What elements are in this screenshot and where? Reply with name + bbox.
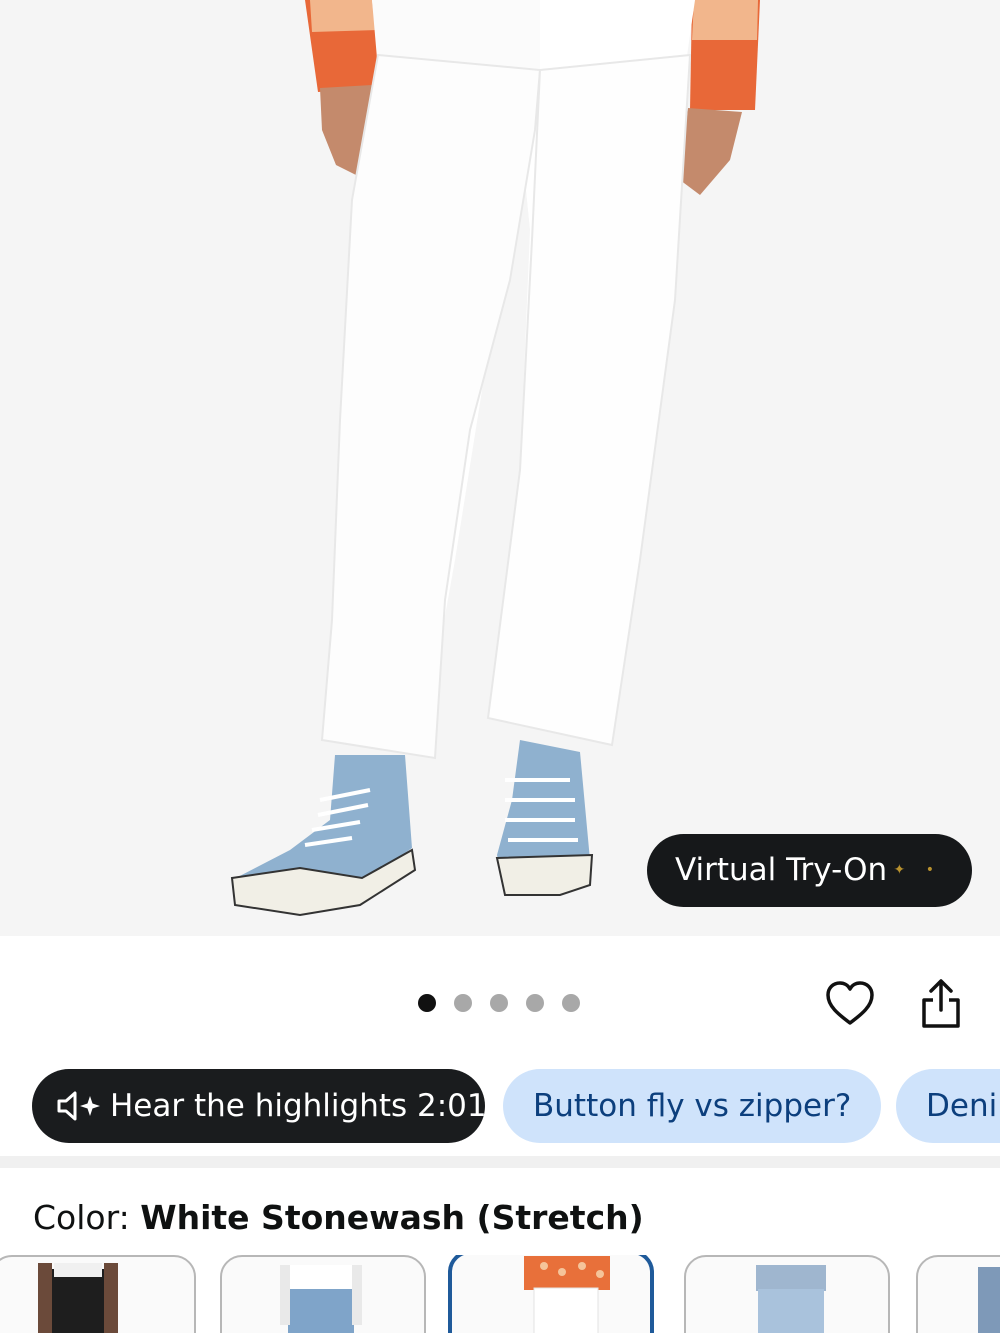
color-swatches [0,1255,1000,1333]
share-icon[interactable] [918,976,964,1032]
virtual-tryon-label: Virtual Try-On [675,852,888,888]
virtual-tryon-button[interactable]: Virtual Try-On ✦ • [647,834,972,907]
color-value: White Stonewash (Stretch) [140,1198,644,1237]
chip-row: Hear the highlights 2:01 Button fly vs z… [0,1069,1000,1143]
swatch-thumbnail [978,1267,1000,1333]
swatch-light-blue[interactable] [220,1255,426,1333]
heart-icon[interactable] [824,978,876,1030]
sparkle-icon: ✦ • [893,862,942,878]
carousel-dot[interactable] [418,994,436,1012]
speaker-sparkle-icon [57,1091,100,1121]
swatch-medium-wash[interactable] [916,1255,1000,1333]
carousel-dots[interactable] [418,994,580,1012]
denim-chip[interactable]: Denim [896,1069,1000,1143]
swatch-thumbnail [280,1265,362,1333]
color-selection: Color: White Stonewash (Stretch) [33,1198,644,1237]
swatch-light-wash[interactable] [684,1255,890,1333]
denim-label: Denim [926,1088,1000,1124]
hear-highlights-label: Hear the highlights 2:01 [110,1088,487,1124]
swatch-thumbnail [524,1256,610,1333]
carousel-dot[interactable] [454,994,472,1012]
product-image[interactable]: Virtual Try-On ✦ • [0,0,1000,936]
carousel-dot[interactable] [526,994,544,1012]
hear-highlights-chip[interactable]: Hear the highlights 2:01 [32,1069,487,1143]
carousel-dot[interactable] [490,994,508,1012]
swatch-white-stonewash[interactable] [448,1255,654,1333]
product-photo [0,0,1000,936]
button-fly-chip[interactable]: Button fly vs zipper? [503,1069,882,1143]
section-divider [0,1156,1000,1168]
button-fly-label: Button fly vs zipper? [533,1088,852,1124]
swatch-thumbnail [756,1265,826,1333]
swatch-black[interactable] [0,1255,196,1333]
carousel-dot[interactable] [562,994,580,1012]
swatch-thumbnail [38,1263,118,1333]
color-label: Color: [33,1198,130,1237]
